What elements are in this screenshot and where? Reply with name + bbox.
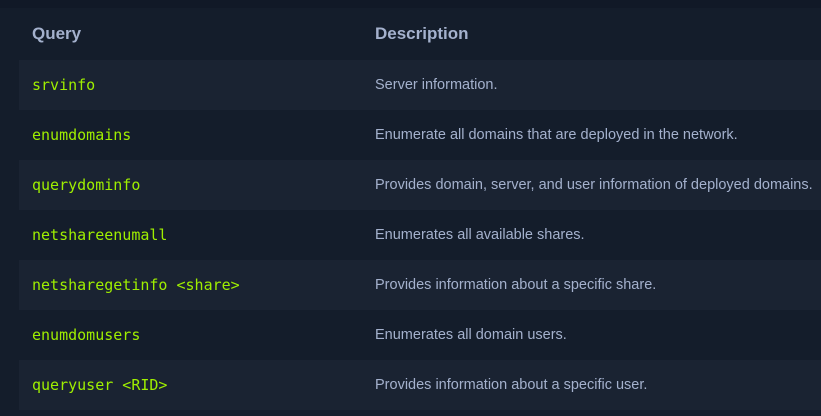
query-cell: querydominfo <box>32 176 141 194</box>
query-cell: enumdomains <box>32 126 132 144</box>
table-row: netsharegetinfo <share> Provides informa… <box>19 260 821 310</box>
column-header-query: Query <box>32 24 82 43</box>
query-cell: netsharegetinfo <share> <box>32 276 240 294</box>
table-row: querydominfo Provides domain, server, an… <box>19 160 821 210</box>
query-cell: netshareenumall <box>32 226 168 244</box>
page: Query Description srvinfo Server informa… <box>0 0 821 416</box>
query-cell: enumdomusers <box>32 326 141 344</box>
description-cell: Provides information about a specific sh… <box>375 277 657 293</box>
description-cell: Enumerates all available shares. <box>375 227 585 243</box>
query-cell: queryuser <RID> <box>32 376 168 394</box>
column-header-description: Description <box>375 24 469 43</box>
table-row: queryuser <RID> Provides information abo… <box>19 360 821 410</box>
header-row: Query Description <box>19 8 821 60</box>
table-row: netshareenumall Enumerates all available… <box>19 210 821 260</box>
description-cell: Enumerate all domains that are deployed … <box>375 127 738 143</box>
description-cell: Provides information about a specific us… <box>375 377 648 393</box>
description-cell: Server information. <box>375 77 498 93</box>
table-row: enumdomusers Enumerates all domain users… <box>19 310 821 360</box>
query-cell: srvinfo <box>32 76 96 94</box>
rpcclient-query-table: Query Description srvinfo Server informa… <box>19 8 821 410</box>
top-divider <box>0 0 821 8</box>
description-cell: Provides domain, server, and user inform… <box>375 177 813 193</box>
table-row: srvinfo Server information. <box>19 60 821 110</box>
table-row: enumdomains Enumerate all domains that a… <box>19 110 821 160</box>
table-header: Query Description <box>19 8 821 60</box>
table-body: srvinfo Server information. enumdomains … <box>19 60 821 410</box>
description-cell: Enumerates all domain users. <box>375 327 567 343</box>
